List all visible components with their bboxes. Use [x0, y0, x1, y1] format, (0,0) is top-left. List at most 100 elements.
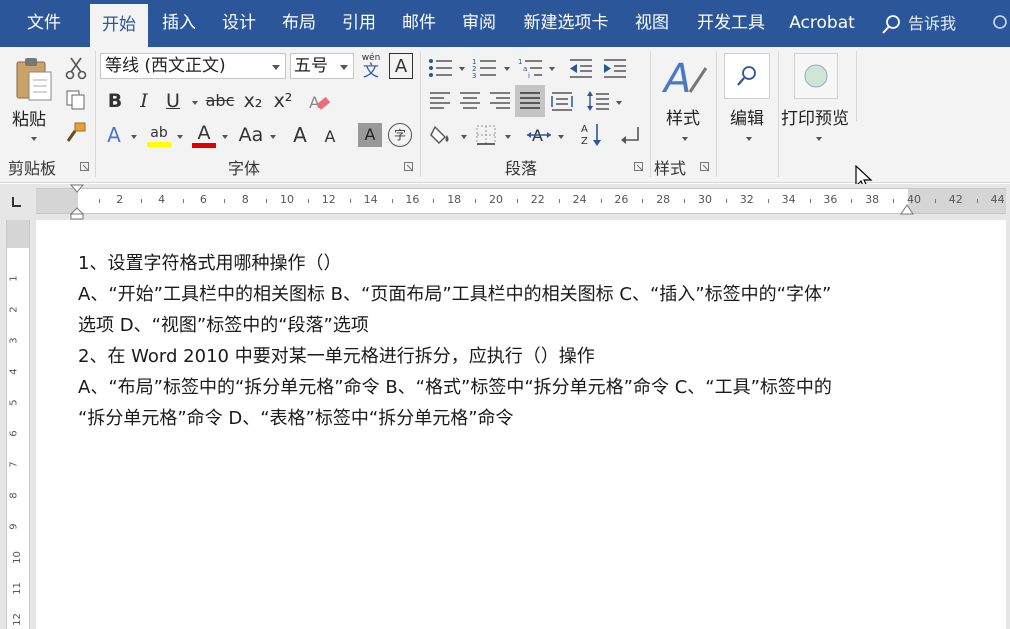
cut-icon[interactable]	[64, 55, 88, 81]
tab-view[interactable]: 视图	[626, 0, 678, 47]
bullets-dropdown-icon[interactable]	[459, 67, 465, 71]
format-painter-icon[interactable]	[64, 119, 88, 145]
shading-dropdown-icon[interactable]	[461, 135, 467, 139]
tab-acrobat[interactable]: Acrobat	[782, 0, 862, 47]
paste-dropdown-icon[interactable]	[31, 137, 37, 141]
tab-developer[interactable]: 开发工具	[688, 0, 774, 47]
borders-dropdown-icon[interactable]	[505, 135, 511, 139]
change-case-dropdown-icon[interactable]	[270, 135, 276, 139]
paste-icon[interactable]	[10, 55, 56, 105]
tell-me-box[interactable]: 告诉我	[880, 0, 956, 47]
tab-mailings[interactable]: 邮件	[394, 0, 444, 47]
line-spacing-icon[interactable]	[584, 87, 612, 115]
distributed-icon[interactable]	[548, 87, 576, 115]
character-border-icon[interactable]: A	[389, 53, 413, 79]
superscript-button[interactable]: x²	[270, 87, 296, 115]
align-left-icon[interactable]	[426, 87, 454, 115]
tab-references[interactable]: 引用	[334, 0, 384, 47]
line-spacing-dropdown-icon[interactable]	[616, 101, 622, 105]
print-preview-dropdown-icon[interactable]	[816, 137, 822, 141]
font-color-dropdown-icon[interactable]	[222, 135, 228, 139]
styles-launcher-icon[interactable]	[700, 162, 710, 172]
styles-icon[interactable]: A	[660, 53, 710, 101]
document-line[interactable]: 1、设置字符格式用哪种操作（）	[78, 248, 928, 279]
paste-label[interactable]: 粘贴	[12, 105, 46, 130]
numbering-icon[interactable]: 123	[470, 55, 500, 81]
document-line[interactable]: “拆分单元格”命令 D、“表格”标签中“拆分单元格”命令	[78, 403, 928, 434]
text-effects-dropdown-icon[interactable]	[131, 135, 137, 139]
justify-icon[interactable]	[515, 85, 545, 117]
chinese-layout-dropdown-icon[interactable]	[558, 135, 564, 139]
clipboard-launcher-icon[interactable]	[80, 162, 90, 172]
font-color-button[interactable]: A	[190, 121, 218, 149]
document-page[interactable]: 1、设置字符格式用哪种操作（） A、“开始”工具栏中的相关图标 B、“页面布局”…	[36, 220, 1006, 629]
subscript-button[interactable]: x₂	[240, 87, 266, 115]
chinese-layout-icon[interactable]: A	[524, 121, 554, 149]
shading-icon[interactable]	[426, 121, 458, 149]
tab-new[interactable]: 新建选项卡	[514, 0, 618, 47]
vruler-number: 7	[8, 461, 20, 468]
svg-text:A: A	[581, 124, 588, 135]
grow-font-button[interactable]: A	[288, 121, 312, 149]
character-shading-button[interactable]: A	[358, 123, 382, 147]
tab-layout[interactable]: 布局	[274, 0, 324, 47]
ruler-tick	[349, 199, 351, 203]
shrink-font-button[interactable]: A	[318, 123, 342, 151]
highlight-dropdown-icon[interactable]	[177, 135, 183, 139]
bullets-icon[interactable]	[426, 55, 456, 81]
ruler-number: 6	[199, 193, 207, 206]
editing-icon[interactable]	[724, 53, 770, 99]
document-line[interactable]: 选项 D、“视图”标签中的“段落”选项	[78, 310, 928, 341]
clear-formatting-icon[interactable]: A	[306, 89, 332, 115]
tab-stop-selector-icon[interactable]	[10, 196, 22, 208]
editing-label[interactable]: 编辑	[730, 104, 764, 129]
borders-icon[interactable]	[472, 121, 500, 149]
italic-button[interactable]: I	[133, 87, 155, 115]
change-case-button[interactable]: Aa	[234, 121, 268, 149]
right-indent-marker-icon[interactable]	[900, 204, 914, 216]
underline-button[interactable]: U	[161, 87, 185, 115]
copy-icon[interactable]	[64, 87, 88, 113]
increase-indent-icon[interactable]	[600, 55, 630, 81]
print-preview-icon[interactable]	[794, 53, 838, 99]
align-center-icon[interactable]	[456, 87, 484, 115]
editing-dropdown-icon[interactable]	[746, 137, 752, 141]
document-body[interactable]: 1、设置字符格式用哪种操作（） A、“开始”工具栏中的相关图标 B、“页面布局”…	[78, 248, 928, 434]
share-icon[interactable]	[990, 14, 1008, 38]
align-right-icon[interactable]	[486, 87, 514, 115]
enclose-characters-button[interactable]: 字	[388, 123, 412, 147]
paragraph-launcher-icon[interactable]	[634, 162, 644, 172]
document-line[interactable]: A、“布局”标签中的“拆分单元格”命令 B、“格式”标签中“拆分单元格”命令 C…	[78, 372, 928, 403]
show-marks-icon[interactable]	[616, 121, 644, 149]
font-size-select[interactable]: 五号	[290, 53, 354, 79]
font-name-select[interactable]: 等线 (西文正文)	[100, 53, 286, 79]
decrease-indent-icon[interactable]	[566, 55, 596, 81]
tab-file[interactable]: 文件	[14, 0, 74, 47]
document-line[interactable]: 2、在 Word 2010 中要对某一单元格进行拆分，应执行（）操作	[78, 341, 928, 372]
tab-review[interactable]: 审阅	[454, 0, 504, 47]
numbering-dropdown-icon[interactable]	[504, 67, 510, 71]
ribbon: 粘贴 剪贴板 等线 (西文正文) 五号 wén 文 A B I U abc x₂ …	[0, 47, 1010, 183]
tab-design[interactable]: 设计	[214, 0, 264, 47]
indent-marker-icon[interactable]	[70, 184, 84, 220]
phonetic-guide-icon[interactable]: wén 文	[358, 51, 384, 81]
styles-dropdown-icon[interactable]	[682, 137, 688, 141]
tell-me-label: 告诉我	[908, 14, 957, 33]
multilevel-dropdown-icon[interactable]	[549, 67, 555, 71]
tab-home[interactable]: 开始	[90, 4, 148, 47]
sort-icon[interactable]: AZ	[578, 119, 606, 149]
print-preview-label[interactable]: 打印预览	[781, 104, 849, 129]
vertical-ruler[interactable]: 1 2 3 4 5 6 7 8 9 10 11 12	[6, 220, 30, 629]
highlight-color-button[interactable]: ab	[144, 121, 174, 149]
document-line[interactable]: A、“开始”工具栏中的相关图标 B、“页面布局”工具栏中的相关图标 C、“插入”…	[78, 279, 928, 310]
tab-insert[interactable]: 插入	[154, 0, 204, 47]
styles-label[interactable]: 样式	[666, 104, 700, 129]
ruler-number: 18	[447, 193, 462, 206]
strikethrough-button[interactable]: abc	[204, 87, 236, 115]
multilevel-list-icon[interactable]: 1ai	[516, 55, 546, 81]
bold-button[interactable]: B	[104, 87, 126, 115]
horizontal-ruler[interactable]: 2 4 6 8 10 12 14 16 18 20 22 24 26 28 30 32 34 36 38 40 42 44	[36, 188, 1010, 214]
text-effects-button[interactable]: A	[102, 121, 126, 149]
underline-dropdown-icon[interactable]	[192, 101, 198, 105]
font-launcher-icon[interactable]	[404, 162, 414, 172]
